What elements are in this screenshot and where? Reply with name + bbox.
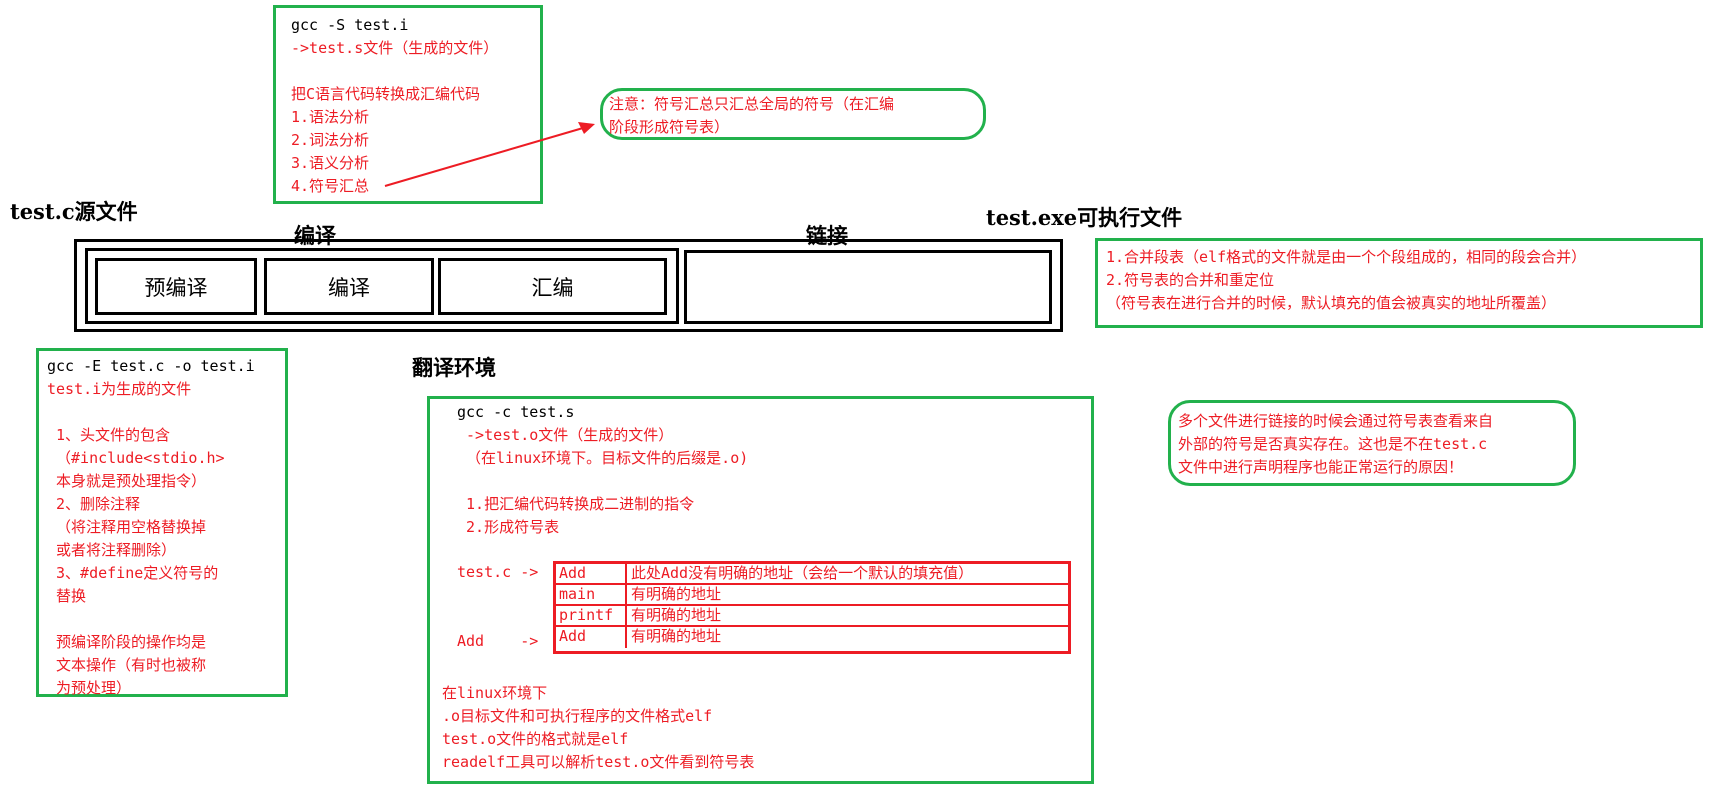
pre-line: 文本操作（有时也被称: [47, 656, 207, 674]
callout-line: 外部的符号是否真实存在。这也是不在test.c: [1178, 435, 1488, 453]
desc-cell: 有明确的地址: [631, 606, 722, 624]
pre-line: 3、#define定义符号的: [47, 564, 219, 582]
pre-line: gcc -E test.c -o test.i: [47, 357, 255, 375]
desc-cell: 此处Add没有明确的地址（会给一个默认的填充值）: [631, 564, 974, 582]
add-pointer-label: Add ->: [457, 632, 539, 650]
translation-env-label: 翻译环境: [412, 355, 496, 380]
pre-line: 为预处理）: [47, 679, 132, 697]
asm-line: 1.把汇编代码转换成二进制的指令: [457, 495, 695, 513]
executable-label: test.exe可执行文件: [986, 205, 1183, 230]
link-box: [684, 250, 1052, 324]
pre-line: 2、删除注释: [47, 495, 141, 513]
table-row: printf 有明确的地址: [556, 606, 1068, 627]
symbol-table: Add 此处Add没有明确的地址（会给一个默认的填充值） main 有明确的地址…: [553, 561, 1071, 654]
pre-line: 预编译阶段的操作均是: [47, 633, 207, 651]
pre-line: （将注释用空格替换掉: [47, 518, 207, 536]
pre-line: [47, 608, 225, 631]
symbol-cell: Add: [556, 627, 627, 648]
symbol-cell: printf: [556, 606, 627, 625]
asm-line: ->test.o文件（生成的文件）: [457, 426, 674, 444]
symbol-cell: main: [556, 585, 627, 604]
object-file-note: gcc -c test.s ->test.o文件（生成的文件） （在linux环…: [427, 396, 1094, 784]
callout-line: 多个文件进行链接的时候会通过符号表查看来自: [1178, 412, 1494, 430]
table-row: main 有明确的地址: [556, 585, 1068, 606]
pre-line: [47, 401, 225, 424]
link-note: 1.合并段表（elf格式的文件就是由一个个段组成的，相同的段会合并） 2.符号表…: [1095, 238, 1703, 328]
stage-compile: 编译: [264, 258, 434, 315]
pre-line: 替换: [47, 587, 87, 605]
elf-line: 在linux环境下: [442, 684, 548, 702]
symbol-cell: Add: [556, 564, 627, 583]
elf-line: .o目标文件和可执行程序的文件格式elf: [442, 707, 713, 725]
link-note-line: 1.合并段表（elf格式的文件就是由一个个段组成的，相同的段会合并）: [1106, 248, 1587, 266]
asm-line: [457, 470, 748, 493]
precompile-note: gcc -E test.c -o test.i test.i为生成的文件 1、头…: [36, 348, 288, 697]
elf-line: readelf工具可以解析test.o文件看到符号表: [442, 753, 755, 771]
table-row: Add 有明确的地址: [556, 627, 1068, 648]
testc-pointer-label: test.c ->: [457, 563, 539, 581]
elf-line: test.o文件的格式就是elf: [442, 730, 629, 748]
link-note-line: 2.符号表的合并和重定位: [1106, 271, 1275, 289]
pre-line: 本身就是预处理指令）: [47, 472, 207, 490]
linking-callout: 多个文件进行链接的时候会通过符号表查看来自 外部的符号是否真实存在。这也是不在t…: [1168, 400, 1576, 486]
asm-line: （在linux环境下。目标文件的后缀是.o): [457, 449, 749, 467]
asm-line: 2.形成符号表: [457, 518, 560, 536]
pre-line: 1、头文件的包含: [47, 426, 171, 444]
pre-line: （#include<stdio.h>: [47, 449, 225, 467]
table-row: Add 此处Add没有明确的地址（会给一个默认的填充值）: [556, 564, 1068, 585]
stage-precompile: 预编译: [95, 258, 257, 315]
asm-line: gcc -c test.s: [457, 403, 575, 421]
stage-assemble: 汇编: [438, 258, 667, 315]
pre-line: 或者将注释删除）: [47, 541, 177, 559]
desc-cell: 有明确的地址: [631, 627, 722, 645]
source-file-label: test.c源文件: [10, 199, 138, 224]
callout-line: 文件中进行声明程序也能正常运行的原因！: [1178, 458, 1464, 476]
desc-cell: 有明确的地址: [631, 585, 722, 603]
link-note-line: （符号表在进行合并的时候，默认填充的值会被真实的地址所覆盖）: [1106, 294, 1557, 312]
pre-line: test.i为生成的文件: [47, 380, 192, 398]
